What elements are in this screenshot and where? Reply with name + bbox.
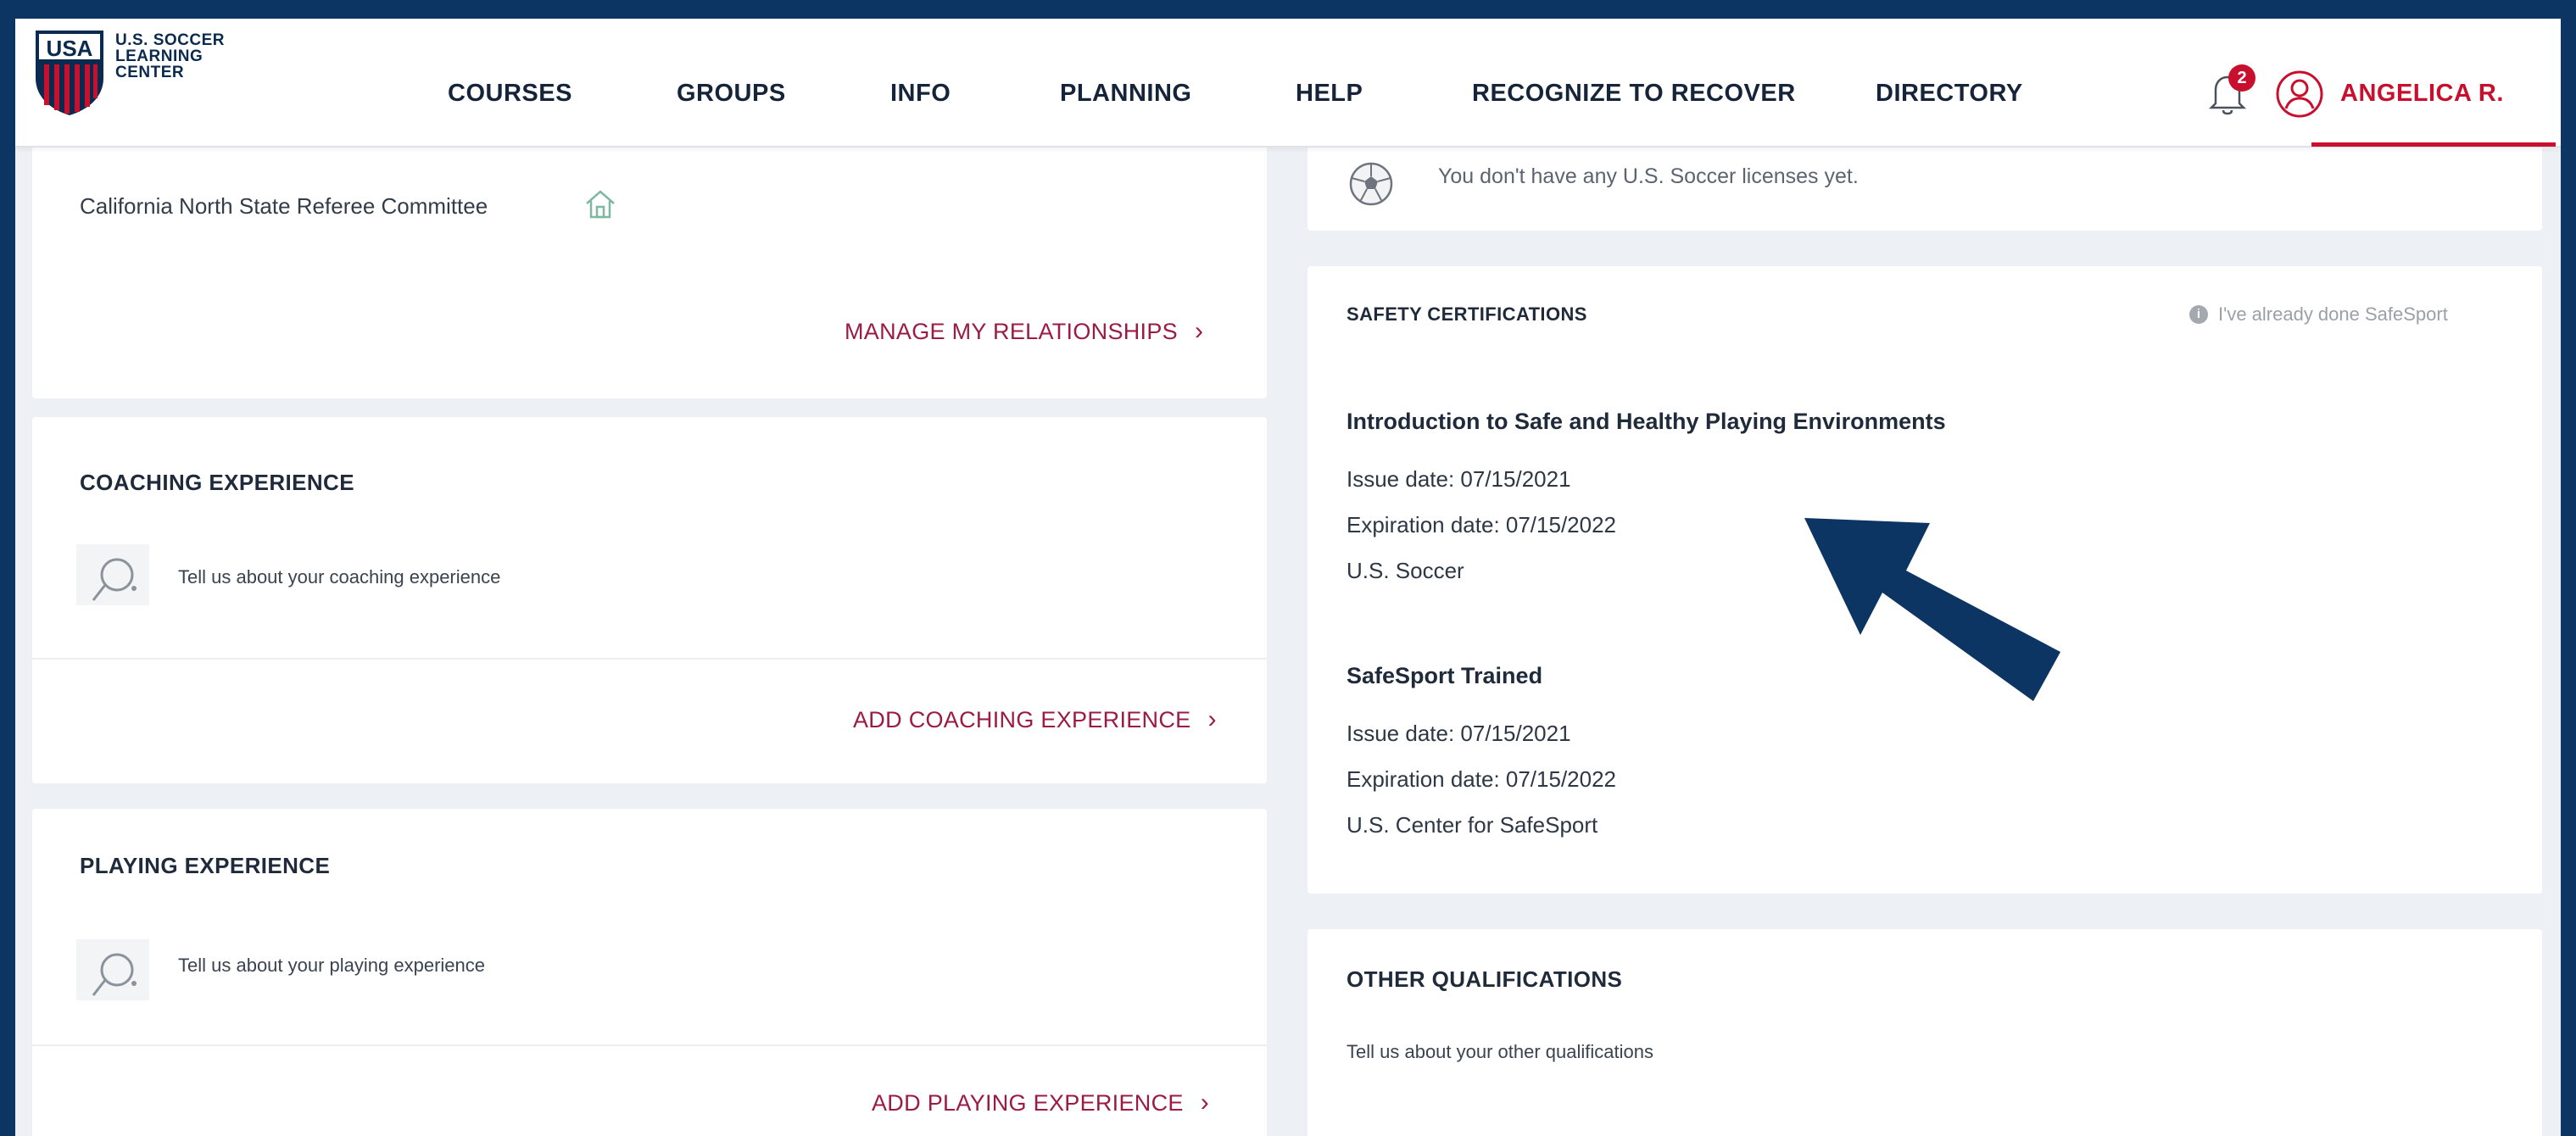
home-icon: [583, 188, 617, 225]
nav-info[interactable]: INFO: [890, 80, 951, 108]
nav-directory[interactable]: DIRECTORY: [1876, 80, 2023, 108]
divider: [32, 658, 1267, 660]
info-icon: i: [2189, 305, 2208, 324]
notification-badge: 2: [2228, 64, 2255, 92]
svg-text:USA: USA: [47, 36, 93, 61]
other-qualifications-title: OTHER QUALIFICATIONS: [1347, 966, 1623, 992]
nav-recognize-to-recover[interactable]: RECOGNIZE TO RECOVER: [1472, 80, 1796, 108]
coaching-experience-title: COACHING EXPERIENCE: [80, 470, 354, 495]
chevron-right-icon: ›: [1200, 1089, 1209, 1117]
coaching-experience-card: COACHING EXPERIENCE Tell us about your c…: [32, 417, 1267, 783]
logo-line: CENTER: [115, 64, 185, 81]
nav-help[interactable]: HELP: [1296, 80, 1363, 108]
user-menu[interactable]: ANGELICA R.: [2340, 80, 2504, 108]
add-coaching-experience-label: ADD COACHING EXPERIENCE: [853, 706, 1191, 732]
nav-planning[interactable]: PLANNING: [1060, 80, 1191, 108]
logo-wordmark: U.S. SOCCER LEARNING CENTER: [115, 32, 225, 81]
page-viewport: California North State Referee Committee…: [15, 19, 2561, 1136]
manage-relationships-label: MANAGE MY RELATIONSHIPS: [845, 318, 1178, 344]
chevron-right-icon: ›: [1207, 705, 1217, 733]
cert-expiration-date: Expiration date: 07/15/2022: [1347, 766, 1617, 792]
top-navigation-bar: USA U.S. SOCCER LEARNING CENTER COURSES …: [15, 19, 2561, 148]
already-done-safesport-link[interactable]: i I've already done SafeSport: [2189, 303, 2448, 326]
us-soccer-logo[interactable]: USA U.S. SOCCER LEARNING CENTER: [34, 29, 225, 117]
whistle-icon: [75, 541, 151, 607]
nav-groups[interactable]: GROUPS: [677, 80, 786, 108]
cert-name: Introduction to Safe and Healthy Playing…: [1347, 409, 1946, 434]
relationships-card: California North State Referee Committee…: [32, 120, 1267, 398]
org-name: California North State Referee Committee: [80, 193, 488, 219]
annotation-arrow-icon: [1804, 518, 2060, 701]
user-avatar-icon[interactable]: [2275, 70, 2324, 119]
already-done-safesport-label: I've already done SafeSport: [2218, 303, 2448, 325]
cert-issuer: U.S. Soccer: [1347, 558, 1464, 583]
playing-experience-prompt: Tell us about your playing experience: [178, 955, 486, 976]
soccer-ball-icon: [1348, 161, 1394, 211]
logo-line: LEARNING: [115, 47, 204, 65]
cert-issue-date: Issue date: 07/15/2021: [1347, 466, 1571, 492]
us-soccer-crest-icon: USA: [36, 31, 103, 115]
active-user-underline: [2311, 142, 2556, 147]
add-coaching-experience-link[interactable]: ADD COACHING EXPERIENCE ›: [853, 705, 1217, 734]
whistle-icon: [75, 936, 151, 1002]
divider: [32, 1044, 1267, 1046]
nav-courses[interactable]: COURSES: [448, 80, 572, 108]
playing-experience-title: PLAYING EXPERIENCE: [80, 853, 331, 878]
other-qualifications-prompt: Tell us about your other qualifications: [1347, 1041, 1653, 1062]
manage-relationships-link[interactable]: MANAGE MY RELATIONSHIPS ›: [845, 317, 1203, 346]
cert-issuer: U.S. Center for SafeSport: [1347, 812, 1598, 838]
other-qualifications-card: OTHER QUALIFICATIONS Tell us about your …: [1308, 929, 2542, 1136]
cert-issue-date: Issue date: 07/15/2021: [1347, 721, 1571, 746]
no-licenses-message: You don't have any U.S. Soccer licenses …: [1438, 164, 1859, 188]
coaching-experience-prompt: Tell us about your coaching experience: [178, 566, 501, 587]
add-playing-experience-link[interactable]: ADD PLAYING EXPERIENCE ›: [872, 1089, 1209, 1117]
add-playing-experience-label: ADD PLAYING EXPERIENCE: [872, 1089, 1184, 1116]
playing-experience-card: PLAYING EXPERIENCE Tell us about your pl…: [32, 809, 1267, 1136]
safety-certifications-title: SAFETY CERTIFICATIONS: [1347, 303, 1587, 325]
cert-expiration-date: Expiration date: 07/15/2022: [1347, 512, 1617, 537]
chevron-right-icon: ›: [1194, 317, 1204, 345]
logo-line: U.S. SOCCER: [115, 31, 226, 49]
cert-name: SafeSport Trained: [1347, 663, 1543, 688]
